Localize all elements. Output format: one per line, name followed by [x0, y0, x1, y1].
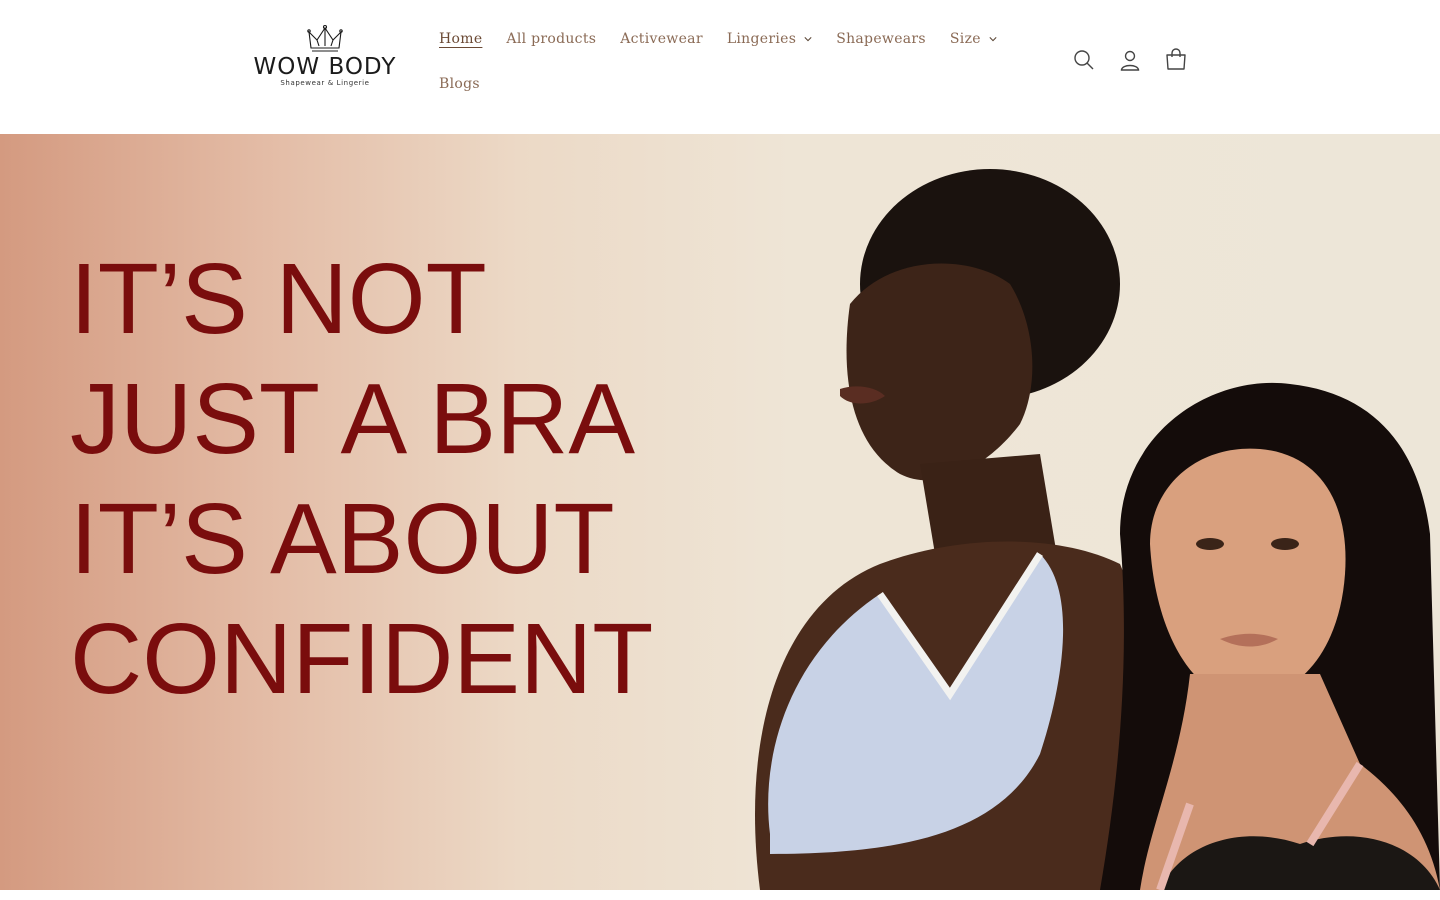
nav-item-label: Shapewears [836, 31, 926, 47]
logo[interactable]: WOW BODY Shapewear & Lingerie [250, 24, 400, 96]
nav-item-label: All products [506, 31, 597, 47]
brand-tagline: Shapewear & Lingerie [280, 79, 370, 87]
search-button[interactable] [1066, 42, 1102, 78]
nav-item-label: Size [949, 31, 981, 47]
model-photo-1 [755, 169, 1154, 890]
nav-item-lingeries[interactable]: Lingeries [715, 22, 824, 56]
header-icons [1066, 42, 1194, 78]
nav-item-home[interactable]: Home [427, 22, 494, 56]
hero-headline: IT’S NOT JUST A BRA IT’S ABOUT CONFIDENT [70, 239, 653, 719]
hero-line-1: IT’S NOT [70, 243, 487, 355]
brand-name: WOW BODY [253, 54, 397, 80]
nav-item-all-products[interactable]: All products [494, 22, 608, 56]
nav-item-label: Lingeries [726, 31, 797, 47]
nav-item-label: Blogs [439, 76, 480, 92]
nav-item-blogs[interactable]: Blogs [427, 67, 492, 101]
chevron-down-icon [989, 37, 997, 42]
crown-icon [307, 24, 343, 52]
nav-item-shapewears[interactable]: Shapewears [824, 22, 938, 56]
hero-banner[interactable]: IT’S NOT JUST A BRA IT’S ABOUT CONFIDENT [0, 134, 1440, 890]
nav-item-activewear[interactable]: Activewear [608, 22, 715, 56]
hero-line-3: IT’S ABOUT [70, 483, 615, 595]
cart-button[interactable] [1158, 42, 1194, 78]
nav-item-label: Home [439, 31, 483, 47]
cart-icon [1166, 48, 1186, 70]
nav-item-size[interactable]: Size [938, 22, 1009, 56]
chevron-down-icon [804, 37, 812, 42]
account-button[interactable] [1112, 42, 1148, 78]
site-header: WOW BODY Shapewear & Lingerie Home All p… [0, 0, 1440, 134]
hero-line-2: JUST A BRA [70, 363, 636, 475]
search-icon [1074, 50, 1094, 70]
hero-line-4: CONFIDENT [70, 603, 654, 715]
nav-item-label: Activewear [620, 31, 703, 47]
main-nav: Home All products Activewear Lingeries S… [427, 22, 1047, 101]
model-photo-2 [1100, 382, 1440, 890]
account-icon [1120, 50, 1140, 71]
